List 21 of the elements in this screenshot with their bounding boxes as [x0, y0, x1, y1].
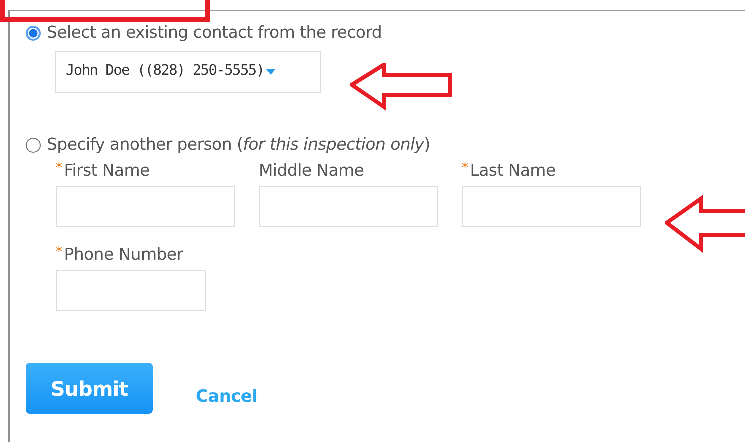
required-mark: *: [462, 161, 468, 176]
radio-label: Select an existing contact from the record: [47, 22, 382, 44]
required-mark: *: [56, 161, 62, 176]
input-field[interactable]: [56, 270, 206, 311]
input-field[interactable]: [259, 186, 438, 227]
arrow-annotation-icon: [350, 63, 454, 111]
field-label: Last Name: [470, 161, 556, 180]
caret-icon: [266, 69, 276, 75]
submit-button[interactable]: Submit: [26, 363, 153, 414]
field-label: Phone Number: [64, 245, 184, 264]
cancel-link[interactable]: Cancel: [196, 385, 258, 410]
required-mark: *: [56, 245, 62, 260]
arrow-annotation-icon: [665, 195, 745, 255]
radio-label: Specify another person (for this inspection only): [47, 134, 430, 156]
input-field[interactable]: [462, 186, 641, 227]
radio-button[interactable]: [26, 26, 41, 40]
contact-dropdown[interactable]: John Doe ((828) 250-5555): [55, 51, 321, 93]
field-label: First Name: [64, 161, 150, 180]
radio-button[interactable]: [26, 138, 41, 152]
input-field[interactable]: [56, 186, 235, 227]
field-label: Middle Name: [259, 161, 364, 180]
